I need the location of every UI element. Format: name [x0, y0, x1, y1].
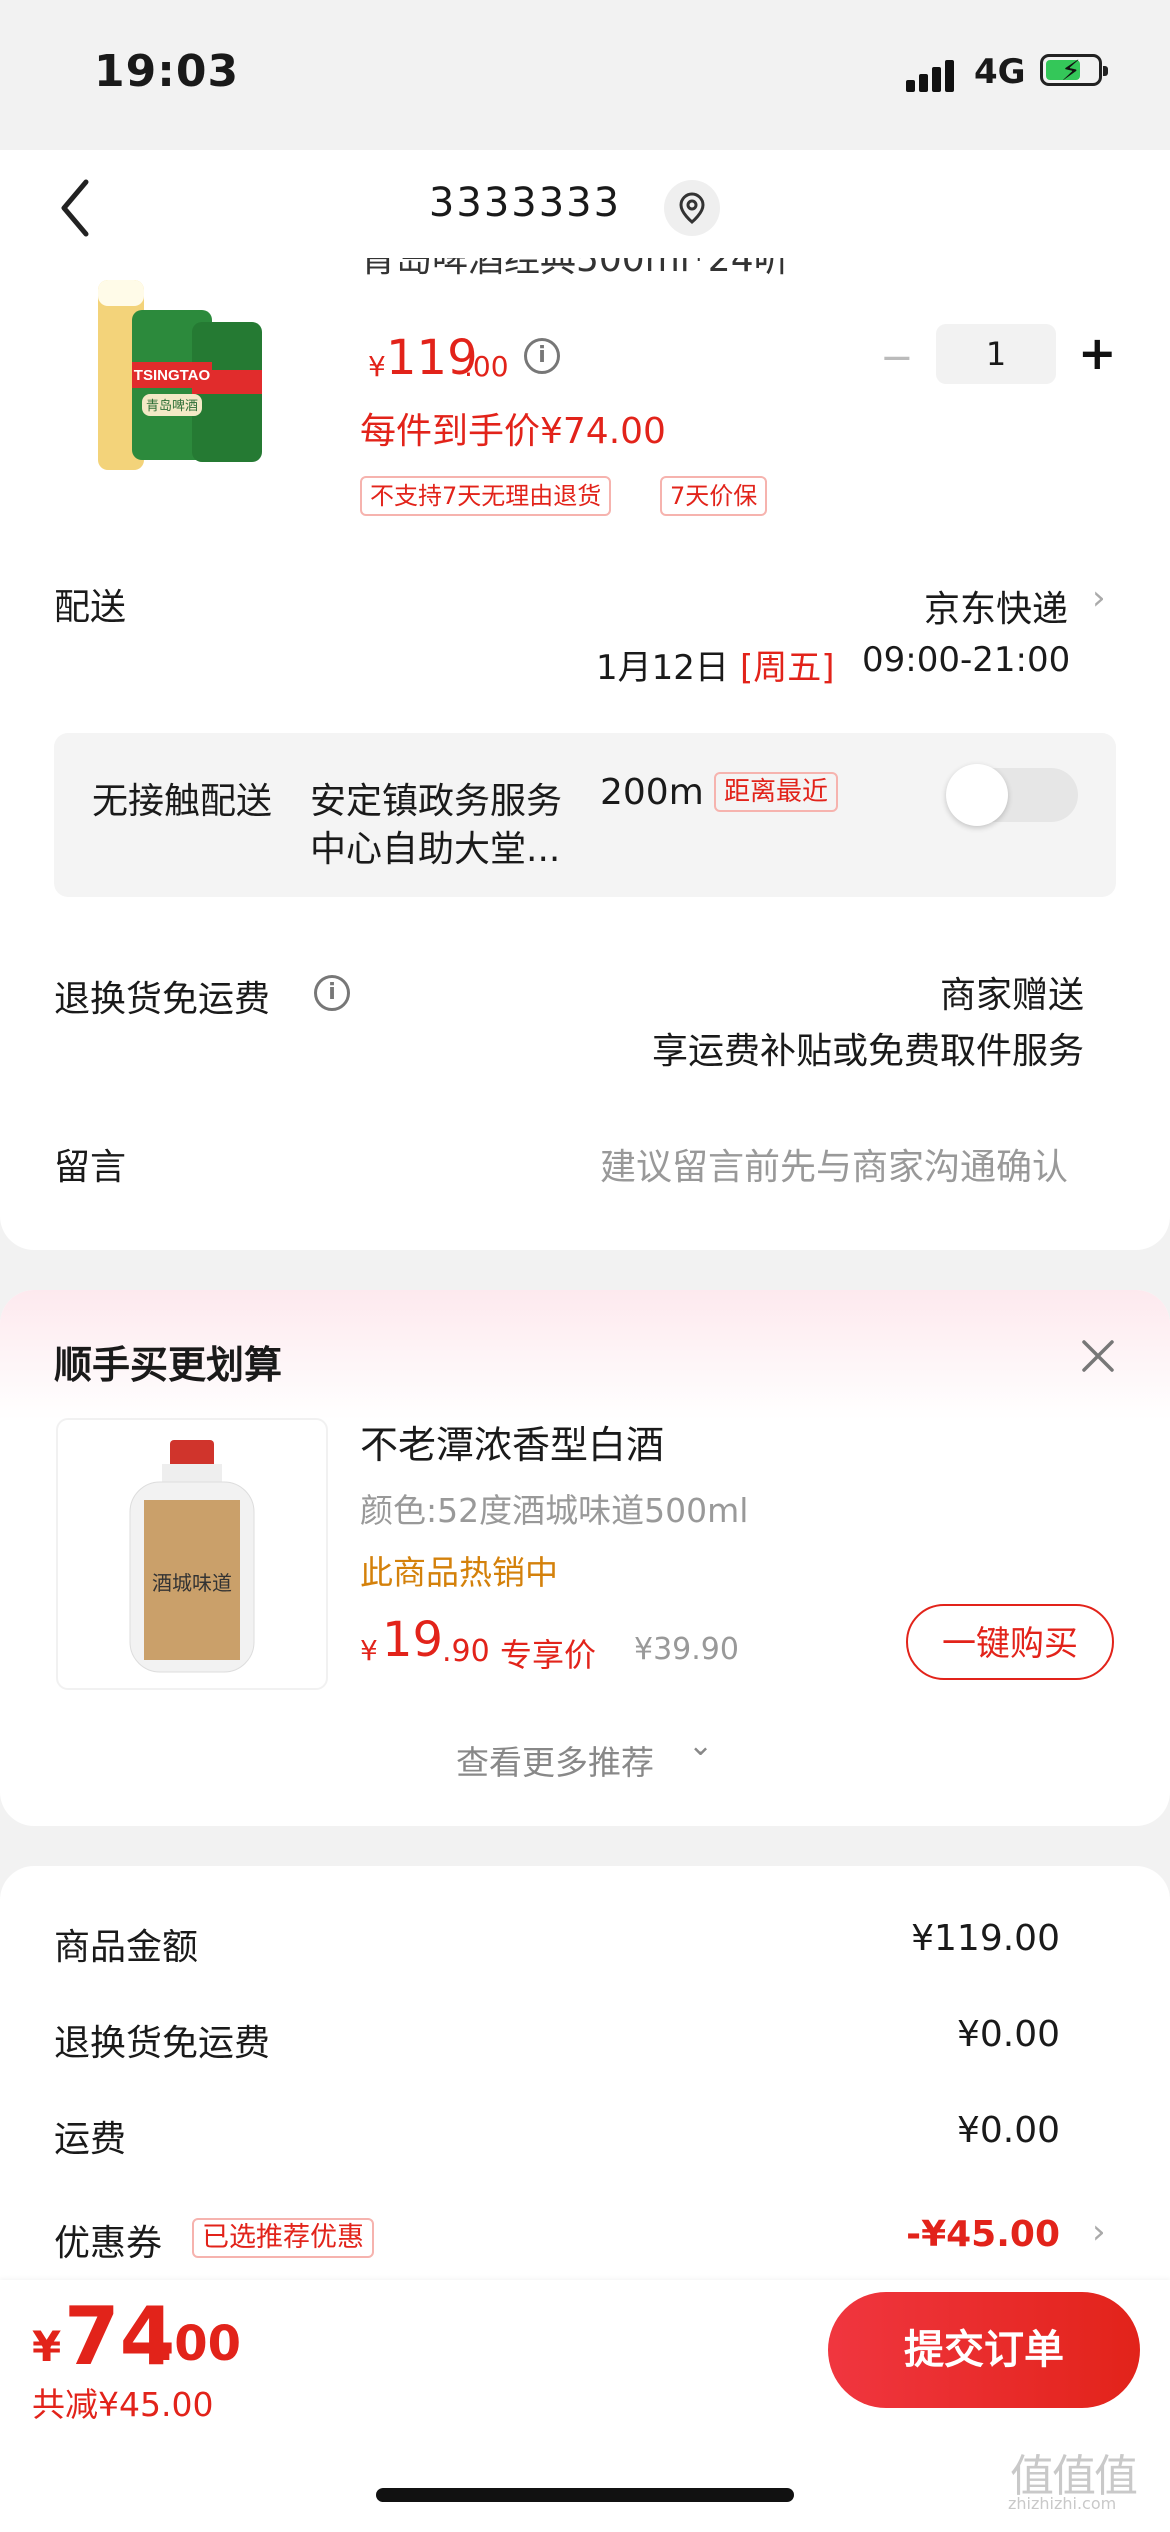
delivery-date: 1月12日 [596, 648, 729, 688]
summary-return-value: ¥0.00 [956, 2014, 1060, 2055]
network-type: 4G [974, 52, 1026, 92]
exclusive-price-label: 专享价 [500, 1636, 597, 1674]
return-shipping-label: 退换货免运费 [54, 979, 271, 1020]
contactless-location: 安定镇政务服务 [310, 781, 563, 822]
coupon-badge: 已选推荐优惠 [192, 2218, 374, 2258]
summary-shipping-value: ¥0.00 [956, 2110, 1060, 2151]
total-symbol: ¥ [32, 2322, 62, 2371]
delivery-weekday: [周五] [740, 648, 835, 688]
recommend-price-decimal: .90 [442, 1634, 490, 1669]
tag-no-return: 不支持7天无理由退货 [360, 476, 612, 516]
close-icon[interactable] [1078, 1336, 1118, 1376]
recommend-item-spec: 颜色:52度酒城味道500ml [360, 1491, 749, 1530]
coupon-label: 优惠券 [54, 2223, 163, 2264]
status-time: 19:03 [94, 46, 240, 97]
chevron-right-icon[interactable]: › [1092, 2212, 1106, 2252]
message-input[interactable]: 建议留言前先与商家沟通确认 [520, 1138, 1068, 1190]
return-shipping-detail: 享运费补贴或免费取件服务 [651, 1031, 1084, 1072]
product-price-decimal: .00 [464, 350, 509, 383]
coupon-value[interactable]: -¥45.00 [820, 2214, 1060, 2255]
tag-price-protect: 7天价保 [660, 476, 768, 516]
delivery-label: 配送 [54, 587, 127, 628]
contactless-location-2: 中心自助大堂... [310, 829, 561, 870]
location-pin-icon[interactable] [664, 180, 720, 236]
plus-button[interactable]: + [1078, 326, 1117, 380]
total-discount: 共减¥45.00 [32, 2385, 214, 2424]
recommend-price-symbol: ¥ [360, 1634, 378, 1667]
submit-order-button[interactable]: 提交订单 [828, 2292, 1140, 2408]
contactless-label: 无接触配送 [92, 781, 273, 822]
battery-icon: ⚡ [1040, 54, 1108, 87]
bottle-label-text: 酒城味道 [152, 1571, 232, 1595]
quick-buy-button[interactable]: 一键购买 [906, 1604, 1114, 1680]
price-info-icon[interactable]: i [524, 338, 560, 374]
contactless-toggle[interactable] [946, 764, 1078, 826]
summary-shipping-label: 运费 [54, 2119, 127, 2160]
product-name-cut: 青岛啤酒经典500ml*24听 [360, 258, 790, 280]
nav-title: 3333333 [428, 180, 622, 226]
recommend-price: 19 [382, 1612, 444, 1668]
recommend-hot-label: 此商品热销中 [360, 1553, 558, 1592]
chevron-right-icon[interactable]: › [1092, 578, 1106, 618]
delivery-time: 09:00-21:00 [862, 640, 1071, 680]
original-price: ¥39.90 [634, 1632, 739, 1667]
per-item-price: 每件到手价¥74.00 [360, 411, 666, 452]
recommend-title: 顺手买更划算 [54, 1343, 283, 1387]
signal-icon [906, 58, 956, 92]
summary-goods-label: 商品金额 [54, 1927, 199, 1968]
return-info-icon[interactable]: i [314, 975, 350, 1011]
recommend-item-name[interactable]: 不老潭浓香型白酒 [360, 1414, 664, 1469]
quantity-input[interactable]: 1 [936, 324, 1056, 384]
chevron-down-icon[interactable]: ⌄ [688, 1728, 713, 1763]
contactless-distance: 200m [600, 772, 704, 813]
return-shipping-value: 商家赠送 [939, 975, 1084, 1016]
message-label: 留言 [54, 1147, 127, 1188]
beer-brand-text: TSINGTAO [134, 367, 211, 384]
recommend-item-image[interactable]: 酒城味道 [56, 1418, 328, 1690]
nearest-badge: 距离最近 [714, 772, 839, 812]
beer-cn-text: 青岛啤酒 [146, 398, 198, 414]
minus-button[interactable]: − [880, 335, 914, 381]
summary-goods-value: ¥119.00 [911, 1918, 1060, 1959]
more-recommend-link[interactable]: 查看更多推荐 [456, 1736, 654, 1784]
delivery-carrier[interactable]: 京东快递 [880, 580, 1068, 632]
total-price-decimal: .00 [156, 2316, 242, 2372]
price-symbol: ¥ [368, 350, 386, 383]
home-indicator [376, 2488, 794, 2502]
watermark-url: zhizhizhi.com [1008, 2494, 1117, 2513]
summary-return-label: 退换货免运费 [54, 2023, 271, 2064]
product-image[interactable]: TSINGTAO 青岛啤酒 [80, 270, 290, 480]
